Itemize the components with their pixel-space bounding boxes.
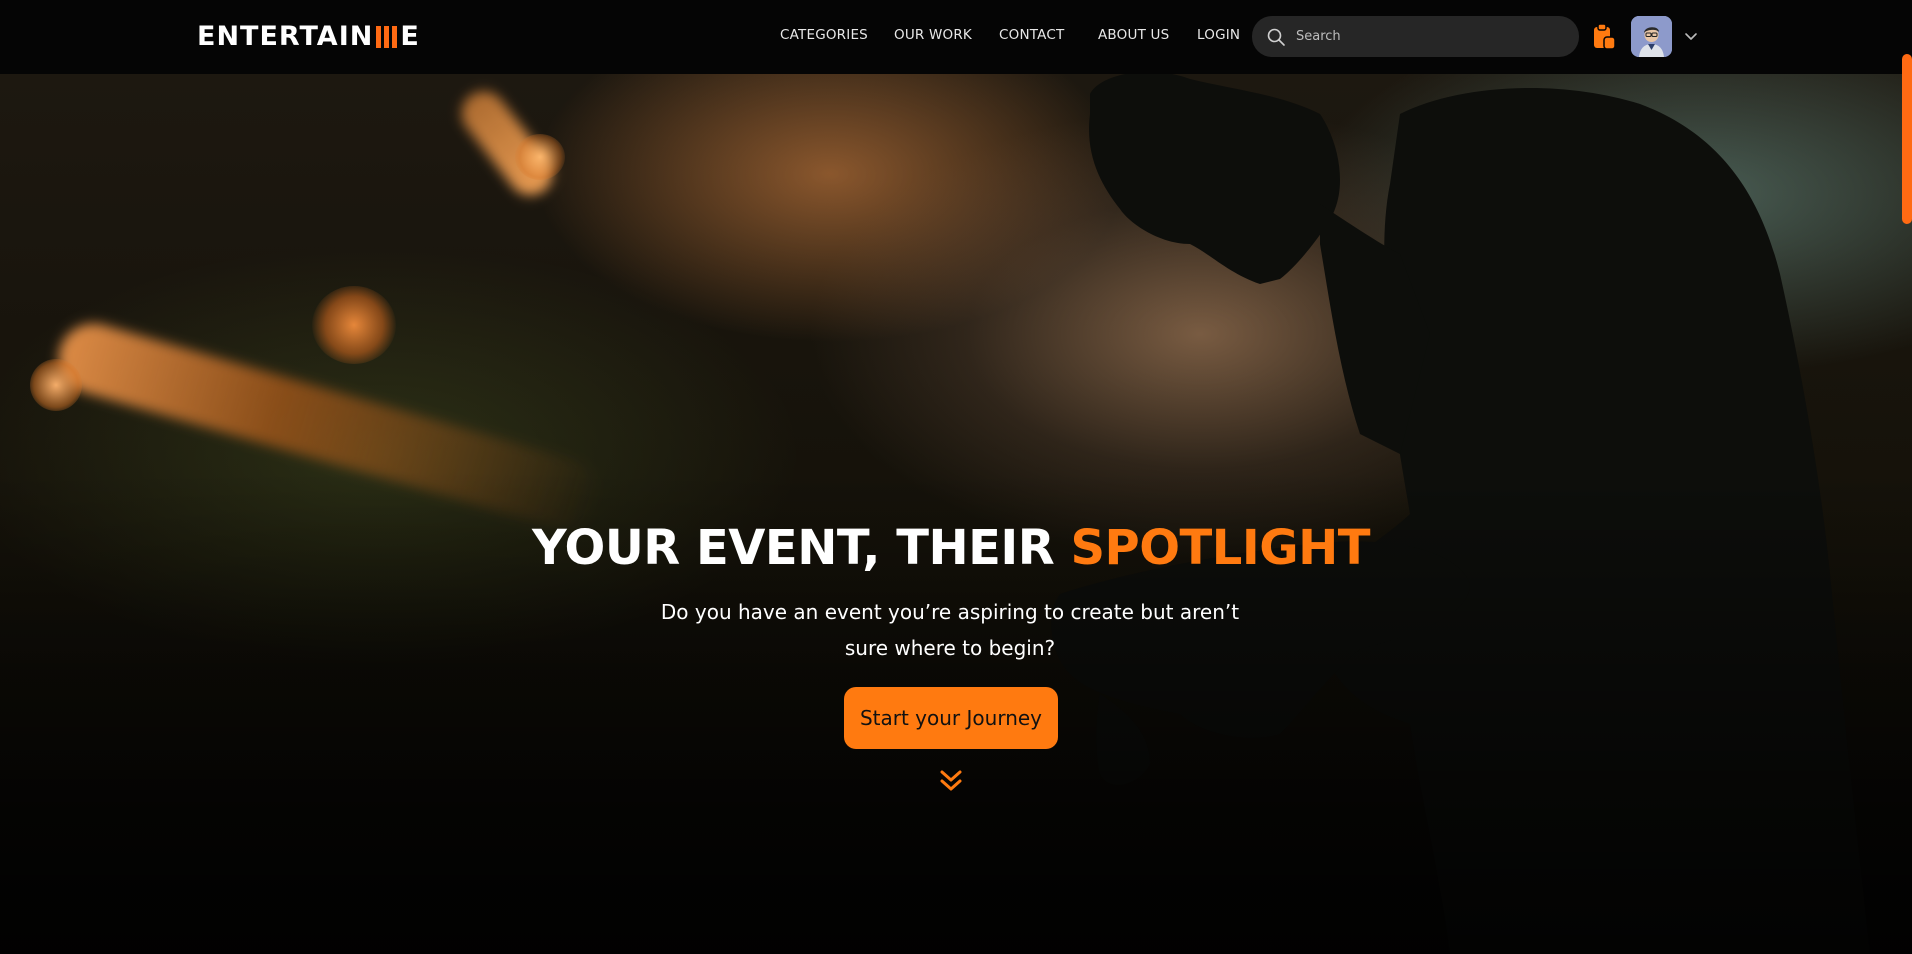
nav-link-categories[interactable]: CATEGORIES (780, 27, 868, 43)
nav-link-login[interactable]: LOGIN (1197, 27, 1240, 43)
hero-vignette (0, 74, 1912, 954)
hero-section (0, 74, 1912, 954)
nav-link-contact[interactable]: CONTACT (999, 27, 1064, 43)
start-journey-button[interactable]: Start your Journey (844, 687, 1058, 749)
headline-accent: SPOTLIGHT (1070, 520, 1371, 576)
search-input[interactable] (1296, 16, 1566, 57)
hero-headline: YOUR EVENT, THEIR SPOTLIGHT (0, 520, 1902, 576)
headline-main: YOUR EVENT, THEIR (531, 520, 1071, 576)
user-avatar[interactable] (1631, 16, 1672, 57)
search-bar (1252, 16, 1579, 57)
top-navigation-bar: ENTERTAIN E CATEGORIES OUR WORK CONTACT … (0, 0, 1912, 74)
avatar-person-icon (1631, 16, 1672, 57)
clipboard-icon[interactable] (1592, 22, 1616, 50)
scrollbar-thumb[interactable] (1902, 54, 1912, 224)
nav-link-our-work[interactable]: OUR WORK (894, 27, 972, 43)
logo-text-right: E (400, 21, 420, 52)
chevron-down-icon[interactable] (1683, 28, 1699, 44)
double-chevron-down-icon[interactable] (939, 768, 963, 794)
nav-link-about-us[interactable]: ABOUT US (1098, 27, 1169, 43)
hero-subtext: Do you have an event you’re aspiring to … (660, 600, 1240, 660)
search-icon[interactable] (1266, 27, 1286, 47)
logo-text-left: ENTERTAIN (197, 21, 374, 52)
brand-logo[interactable]: ENTERTAIN E (197, 22, 420, 52)
logo-m-bars-icon (376, 26, 398, 48)
